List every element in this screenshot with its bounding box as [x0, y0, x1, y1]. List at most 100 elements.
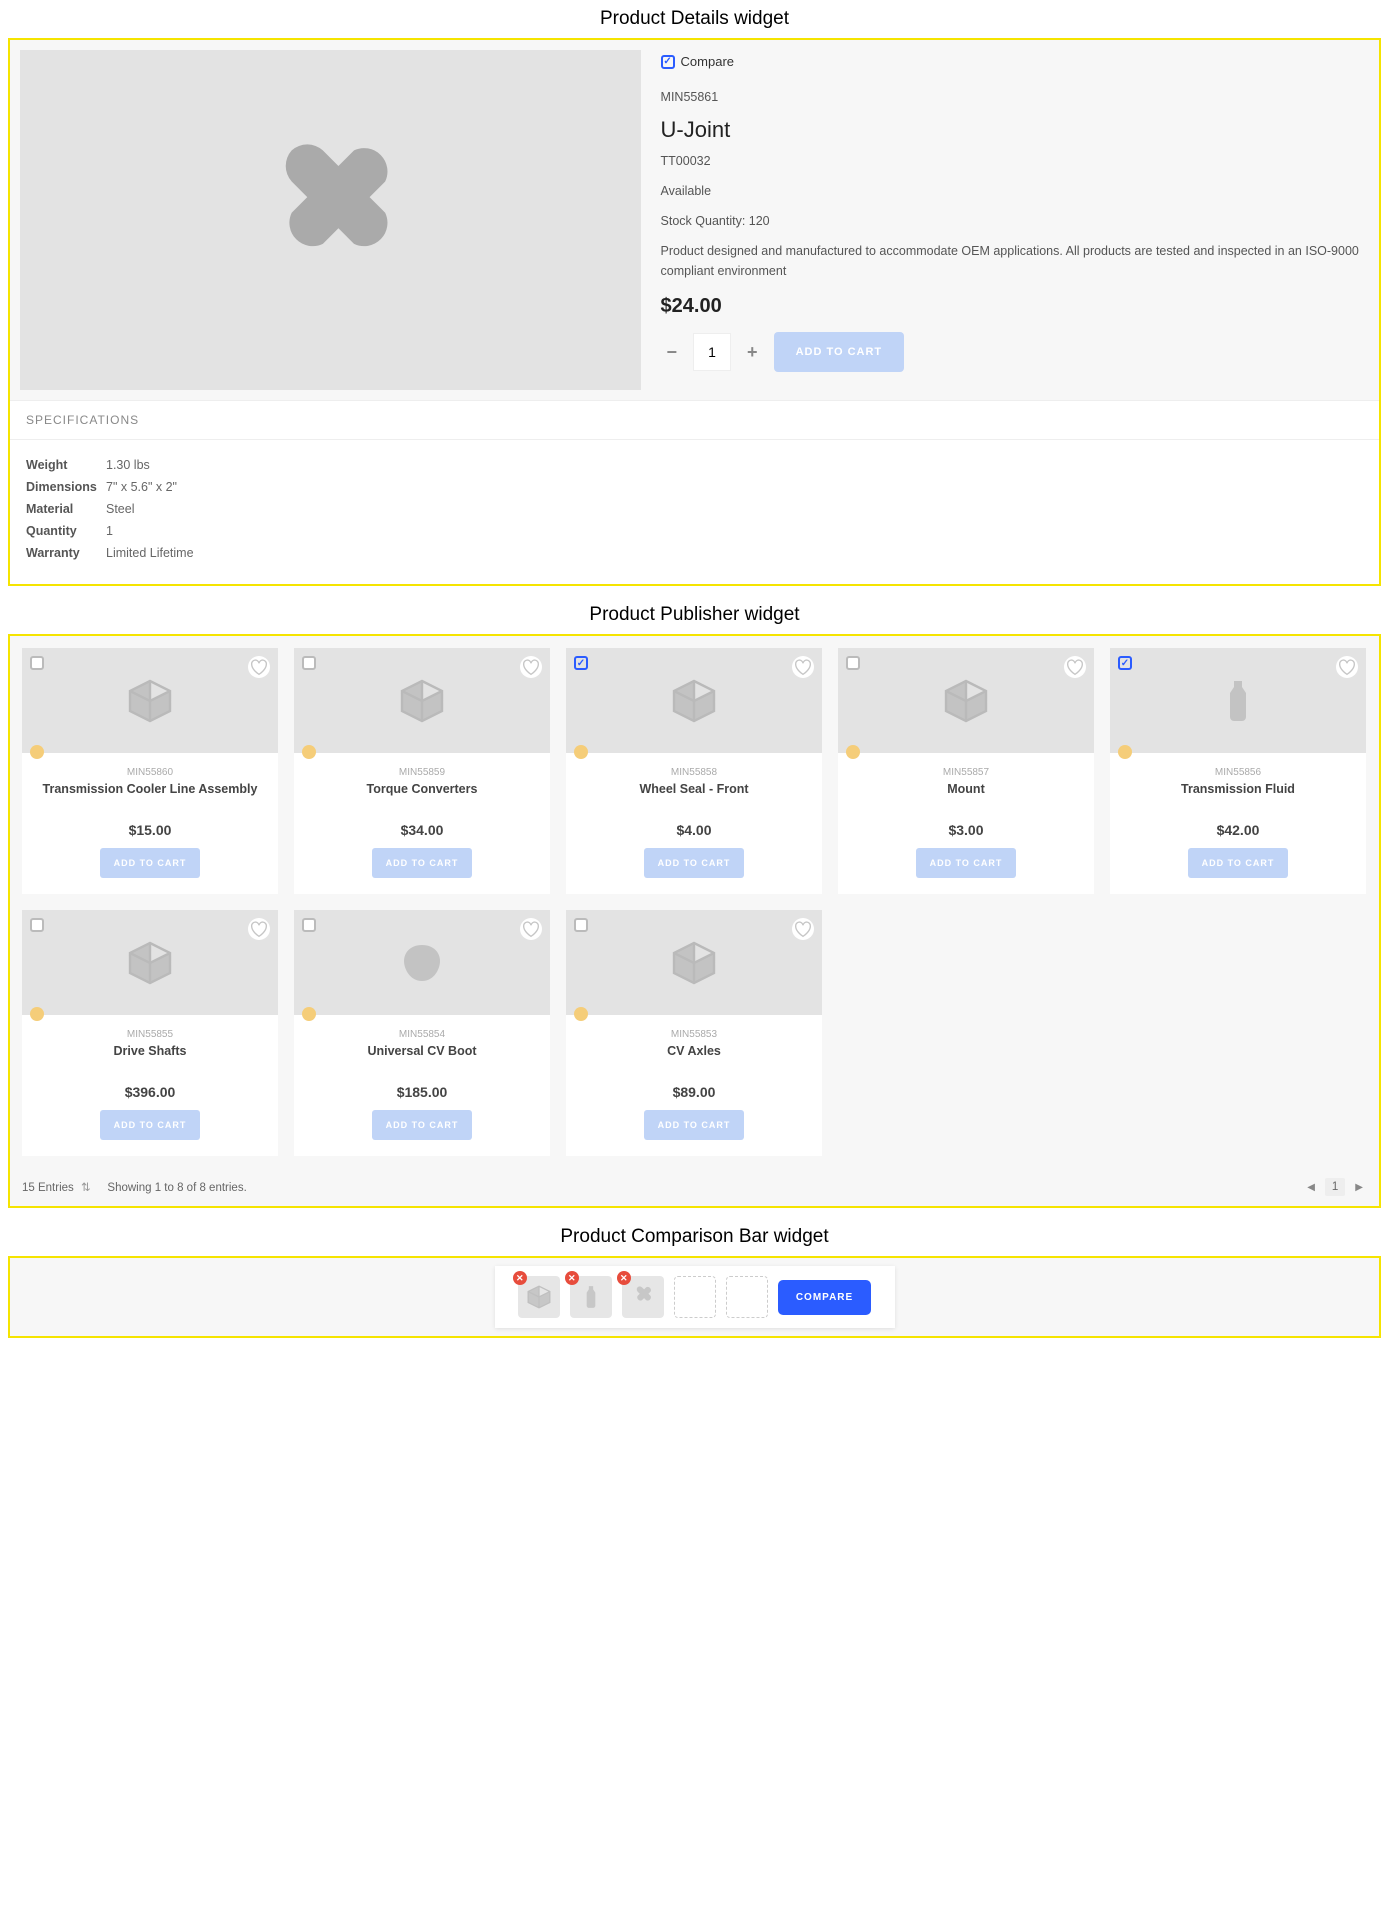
wishlist-button[interactable]	[792, 918, 814, 940]
card-image: ✓	[566, 648, 822, 753]
card-price: $34.00	[302, 822, 542, 838]
compare-button[interactable]: COMPARE	[778, 1280, 871, 1315]
product-sku: MIN55861	[661, 87, 1369, 107]
product-card[interactable]: MIN55857 Mount $3.00 ADD TO CART	[838, 648, 1094, 894]
card-price: $396.00	[30, 1084, 270, 1100]
wishlist-button[interactable]	[520, 918, 542, 940]
specifications-tab[interactable]: SPECIFICATIONS	[10, 400, 1379, 440]
card-price: $42.00	[1118, 822, 1358, 838]
page-number[interactable]: 1	[1325, 1178, 1345, 1196]
product-description: Product designed and manufactured to acc…	[661, 241, 1369, 281]
compare-checkbox[interactable]: ✓	[661, 55, 675, 69]
product-card[interactable]: ✓ MIN55856 Transmission Fluid $42.00 ADD…	[1110, 648, 1366, 894]
product-availability: Available	[661, 181, 1369, 201]
wishlist-button[interactable]	[1064, 656, 1086, 678]
spec-value: 1.30 lbs	[106, 458, 150, 472]
card-image	[22, 910, 278, 1015]
card-name: Drive Shafts	[30, 1044, 270, 1074]
card-compare-checkbox[interactable]	[574, 918, 588, 932]
product-card[interactable]: MIN55853 CV Axles $89.00 ADD TO CART	[566, 910, 822, 1156]
card-image: ✓	[1110, 648, 1366, 753]
card-compare-checkbox[interactable]	[846, 656, 860, 670]
card-sku: MIN55859	[302, 767, 542, 778]
card-compare-checkbox[interactable]: ✓	[574, 656, 588, 670]
page-next-button[interactable]: ▶	[1351, 1180, 1367, 1195]
add-to-cart-button[interactable]: ADD TO CART	[774, 332, 905, 372]
card-name: Transmission Cooler Line Assembly	[30, 782, 270, 812]
product-publisher-widget: MIN55860 Transmission Cooler Line Assemb…	[8, 634, 1381, 1208]
comparison-slot[interactable]: ✕	[570, 1276, 612, 1318]
card-add-to-cart-button[interactable]: ADD TO CART	[1188, 848, 1289, 878]
entries-select[interactable]: 15 Entries	[22, 1182, 74, 1194]
comparison-slot[interactable]: ✕	[518, 1276, 560, 1318]
remove-slot-button[interactable]: ✕	[565, 1271, 579, 1285]
card-image	[838, 648, 1094, 753]
card-add-to-cart-button[interactable]: ADD TO CART	[100, 848, 201, 878]
card-add-to-cart-button[interactable]: ADD TO CART	[644, 848, 745, 878]
card-price: $89.00	[574, 1084, 814, 1100]
card-add-to-cart-button[interactable]: ADD TO CART	[644, 1110, 745, 1140]
card-price: $185.00	[302, 1084, 542, 1100]
details-widget-label: Product Details widget	[0, 0, 1389, 38]
card-image	[294, 648, 550, 753]
wishlist-button[interactable]	[248, 918, 270, 940]
card-compare-checkbox[interactable]: ✓	[1118, 656, 1132, 670]
page-prev-button[interactable]: ◀	[1303, 1180, 1319, 1195]
product-card[interactable]: MIN55860 Transmission Cooler Line Assemb…	[22, 648, 278, 894]
remove-slot-button[interactable]: ✕	[617, 1271, 631, 1285]
card-compare-checkbox[interactable]	[30, 656, 44, 670]
spec-key: Quantity	[26, 524, 106, 538]
status-dot-icon	[30, 745, 44, 759]
card-add-to-cart-button[interactable]: ADD TO CART	[100, 1110, 201, 1140]
card-compare-checkbox[interactable]	[302, 918, 316, 932]
product-name: U-Joint	[661, 117, 1369, 143]
card-compare-checkbox[interactable]	[302, 656, 316, 670]
qty-minus-button[interactable]: −	[661, 342, 684, 363]
card-add-to-cart-button[interactable]: ADD TO CART	[916, 848, 1017, 878]
card-sku: MIN55853	[574, 1029, 814, 1040]
card-price: $3.00	[846, 822, 1086, 838]
card-image	[294, 910, 550, 1015]
product-card[interactable]: MIN55854 Universal CV Boot $185.00 ADD T…	[294, 910, 550, 1156]
qty-input[interactable]	[693, 333, 731, 371]
card-name: Universal CV Boot	[302, 1044, 542, 1074]
status-dot-icon	[302, 745, 316, 759]
card-image	[566, 910, 822, 1015]
wishlist-button[interactable]	[792, 656, 814, 678]
spec-key: Material	[26, 502, 106, 516]
comparison-slot[interactable]: ✕	[622, 1276, 664, 1318]
spec-key: Dimensions	[26, 480, 106, 494]
product-card[interactable]: MIN55855 Drive Shafts $396.00 ADD TO CAR…	[22, 910, 278, 1156]
product-stock: Stock Quantity: 120	[661, 211, 1369, 231]
status-dot-icon	[1118, 745, 1132, 759]
card-sku: MIN55858	[574, 767, 814, 778]
spec-key: Warranty	[26, 546, 106, 560]
product-image	[20, 50, 641, 390]
spec-value: 7" x 5.6" x 2"	[106, 480, 177, 494]
publisher-widget-label: Product Publisher widget	[0, 596, 1389, 634]
card-compare-checkbox[interactable]	[30, 918, 44, 932]
qty-plus-button[interactable]: +	[741, 342, 764, 363]
card-sku: MIN55860	[30, 767, 270, 778]
comparison-slot	[674, 1276, 716, 1318]
card-price: $15.00	[30, 822, 270, 838]
compare-label: Compare	[681, 54, 734, 69]
spec-value: 1	[106, 524, 113, 538]
remove-slot-button[interactable]: ✕	[513, 1271, 527, 1285]
card-add-to-cart-button[interactable]: ADD TO CART	[372, 1110, 473, 1140]
product-details-widget: ✓ Compare MIN55861 U-Joint TT00032 Avail…	[8, 38, 1381, 586]
card-sku: MIN55856	[1118, 767, 1358, 778]
wishlist-button[interactable]	[1336, 656, 1358, 678]
spec-value: Limited Lifetime	[106, 546, 194, 560]
wishlist-button[interactable]	[248, 656, 270, 678]
product-card[interactable]: ✓ MIN55858 Wheel Seal - Front $4.00 ADD …	[566, 648, 822, 894]
card-name: Transmission Fluid	[1118, 782, 1358, 812]
pager: 15 Entries ⇅ Showing 1 to 8 of 8 entries…	[10, 1168, 1379, 1206]
wishlist-button[interactable]	[520, 656, 542, 678]
card-name: Mount	[846, 782, 1086, 812]
card-sku: MIN55855	[30, 1029, 270, 1040]
card-price: $4.00	[574, 822, 814, 838]
product-card[interactable]: MIN55859 Torque Converters $34.00 ADD TO…	[294, 648, 550, 894]
card-sku: MIN55857	[846, 767, 1086, 778]
card-add-to-cart-button[interactable]: ADD TO CART	[372, 848, 473, 878]
